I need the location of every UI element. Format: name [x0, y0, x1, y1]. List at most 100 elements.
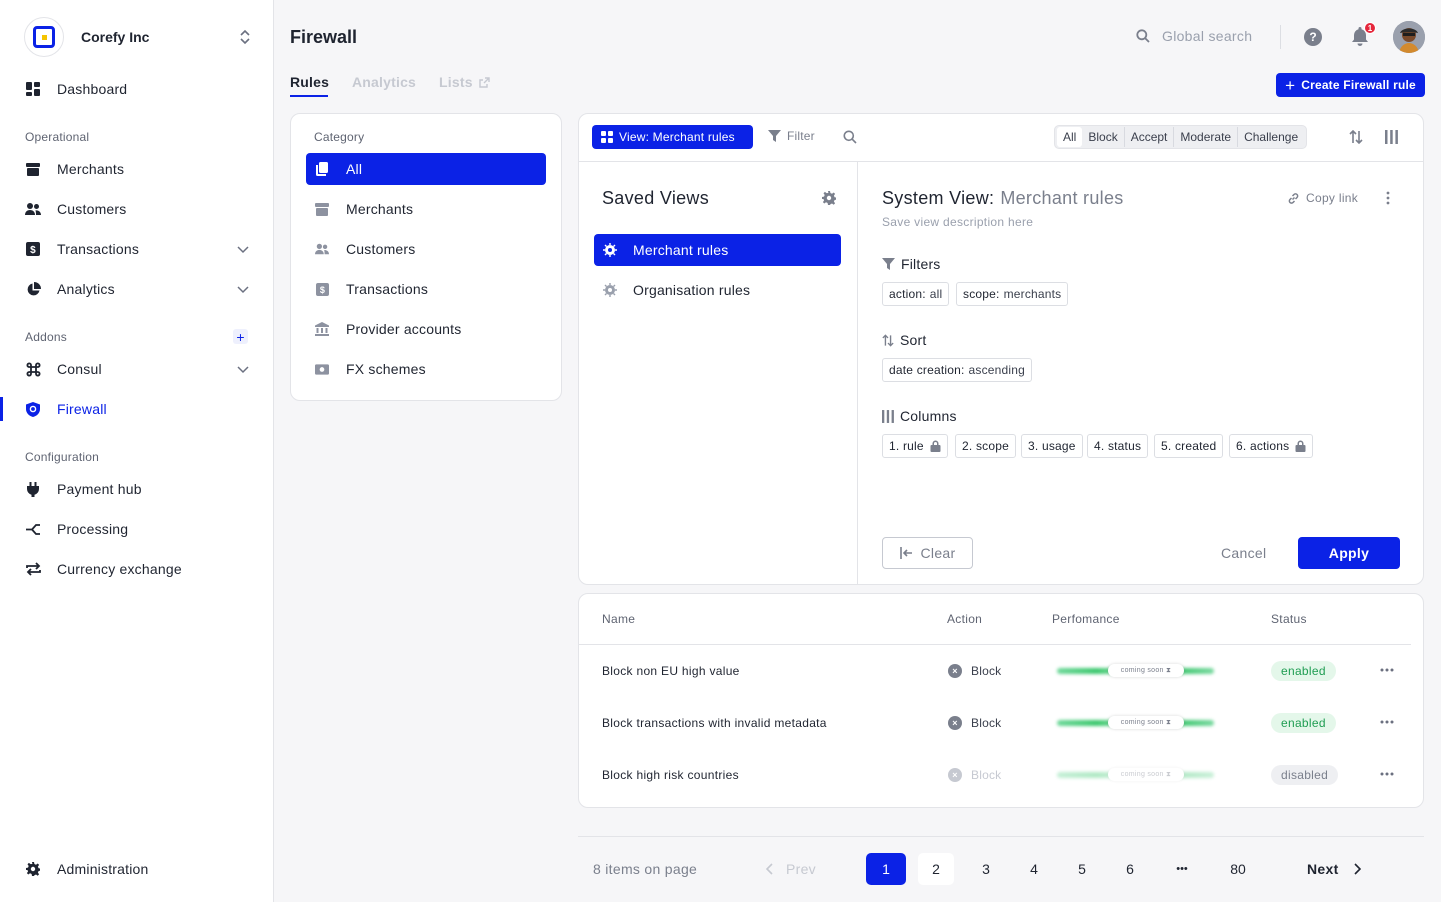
- columns-icon[interactable]: [1385, 130, 1398, 144]
- page-5[interactable]: 5: [1062, 853, 1102, 885]
- more-vertical-icon[interactable]: [1385, 191, 1391, 205]
- rule-name[interactable]: Block non EU high value: [602, 664, 740, 678]
- next-button[interactable]: Next: [1307, 861, 1361, 877]
- sidebar-item-payment-hub[interactable]: Payment hub: [24, 477, 250, 501]
- view-selector-button[interactable]: View: Merchant rules: [592, 125, 753, 149]
- help-icon[interactable]: ?: [1304, 28, 1322, 46]
- page-1[interactable]: 1: [866, 853, 906, 885]
- add-addon-icon[interactable]: +: [233, 329, 248, 344]
- global-search[interactable]: Global search: [1136, 28, 1252, 44]
- category-item-transactions[interactable]: $ Transactions: [306, 273, 546, 305]
- avatar[interactable]: [1393, 21, 1425, 53]
- more-horizontal-icon[interactable]: [1380, 720, 1394, 724]
- plus-icon: +: [1285, 75, 1296, 95]
- page-4[interactable]: 4: [1014, 853, 1054, 885]
- sidebar-item-dashboard[interactable]: Dashboard: [24, 77, 250, 101]
- sidebar-item-label: Merchants: [57, 161, 125, 177]
- filter-tag-scope[interactable]: scope: merchants: [956, 282, 1069, 306]
- column-header-action[interactable]: Action: [947, 612, 982, 626]
- filter-tag-action[interactable]: action: all: [882, 282, 950, 306]
- category-label: Provider accounts: [346, 321, 462, 337]
- chevron-down-icon[interactable]: [236, 242, 250, 256]
- page-6[interactable]: 6: [1110, 853, 1150, 885]
- sidebar-item-merchants[interactable]: Merchants: [24, 157, 250, 181]
- column-header-status[interactable]: Status: [1271, 612, 1307, 626]
- category-item-all[interactable]: All: [306, 153, 546, 185]
- more-horizontal-icon[interactable]: [1380, 668, 1394, 672]
- category-item-merchants[interactable]: Merchants: [306, 193, 546, 225]
- gear-icon[interactable]: [822, 191, 836, 205]
- column-tag-created[interactable]: 5. created: [1154, 434, 1224, 458]
- banknote-icon: [315, 362, 329, 376]
- filter-button[interactable]: Filter: [768, 129, 815, 143]
- external-link-icon: [478, 76, 490, 88]
- header-divider: [1280, 25, 1281, 49]
- column-tag-status[interactable]: 4. status: [1087, 434, 1149, 458]
- coming-soon-label: coming soon: [1120, 771, 1164, 778]
- divider: [578, 836, 1424, 837]
- sidebar-item-transactions[interactable]: $ Transactions: [24, 237, 250, 261]
- page-ellipsis[interactable]: •••: [1162, 853, 1202, 885]
- segment-block[interactable]: Block: [1082, 127, 1125, 147]
- coming-soon-label: coming soon: [1120, 719, 1164, 726]
- saved-view-merchant-rules[interactable]: Merchant rules: [594, 234, 841, 266]
- sidebar-item-currency-exchange[interactable]: Currency exchange: [24, 557, 250, 581]
- sidebar-item-analytics[interactable]: Analytics: [24, 277, 250, 301]
- section-addons: Addons: [25, 330, 67, 344]
- clear-button[interactable]: Clear: [882, 537, 973, 569]
- category-item-fx-schemes[interactable]: FX schemes: [306, 353, 546, 385]
- column-tag-actions[interactable]: 6. actions: [1229, 434, 1314, 458]
- category-item-provider-accounts[interactable]: Provider accounts: [306, 313, 546, 345]
- system-view-name: Merchant rules: [1000, 188, 1124, 208]
- status-badge: enabled: [1271, 713, 1336, 733]
- page-2[interactable]: 2: [918, 853, 954, 885]
- page-80[interactable]: 80: [1218, 853, 1258, 885]
- segment-moderate[interactable]: Moderate: [1174, 127, 1239, 147]
- cancel-button[interactable]: Cancel: [1221, 545, 1266, 561]
- sidebar-item-administration[interactable]: Administration: [24, 857, 250, 881]
- routing-icon: [24, 520, 42, 538]
- tab-rules[interactable]: Rules: [290, 74, 329, 90]
- segment-all[interactable]: All: [1057, 127, 1083, 147]
- column-header-performance[interactable]: Perfomance: [1052, 612, 1120, 626]
- rule-name[interactable]: Block high risk countries: [602, 768, 739, 782]
- performance-sparkline: coming soon ⧗: [1057, 663, 1214, 679]
- apply-button[interactable]: Apply: [1298, 537, 1400, 569]
- saved-view-organisation-rules[interactable]: Organisation rules: [594, 274, 841, 306]
- rule-name[interactable]: Block transactions with invalid metadata: [602, 716, 827, 730]
- column-tag-scope[interactable]: 2. scope: [955, 434, 1016, 458]
- divider: [579, 161, 1423, 162]
- search-placeholder[interactable]: Global search: [1162, 28, 1252, 44]
- more-horizontal-icon[interactable]: [1380, 772, 1394, 776]
- segment-challenge[interactable]: Challenge: [1238, 127, 1304, 147]
- chevron-down-icon[interactable]: [236, 282, 250, 296]
- sort-icon[interactable]: [1349, 130, 1363, 144]
- sidebar-item-consul[interactable]: Consul: [24, 357, 250, 381]
- tab-analytics[interactable]: Analytics: [352, 74, 416, 90]
- documents-icon: [315, 162, 329, 176]
- search-icon[interactable]: [843, 130, 857, 144]
- org-switcher[interactable]: Corefy Inc: [24, 17, 252, 57]
- view-description[interactable]: Save view description here: [882, 215, 1033, 229]
- filters-title: Filters: [901, 256, 941, 272]
- dollar-icon: $: [24, 240, 42, 258]
- create-firewall-rule-button[interactable]: + Create Firewall rule: [1276, 73, 1425, 97]
- category-item-customers[interactable]: Customers: [306, 233, 546, 265]
- sort-heading: Sort: [882, 332, 926, 348]
- coming-soon-badge: coming soon ⧗: [1108, 716, 1184, 729]
- chevron-down-icon[interactable]: [236, 362, 250, 376]
- page-3[interactable]: 3: [966, 853, 1006, 885]
- column-tag-usage[interactable]: 3. usage: [1021, 434, 1083, 458]
- copy-link-button[interactable]: Copy link: [1287, 191, 1358, 205]
- column-header-name[interactable]: Name: [602, 612, 635, 626]
- tab-lists[interactable]: Lists: [439, 74, 490, 90]
- notification-badge: 1: [1364, 22, 1376, 34]
- sidebar-item-processing[interactable]: Processing: [24, 517, 250, 541]
- tab-active-indicator: [290, 95, 328, 97]
- sidebar-item-customers[interactable]: Customers: [24, 197, 250, 221]
- prev-button[interactable]: Prev: [766, 861, 816, 877]
- sidebar-item-firewall[interactable]: Firewall: [24, 397, 250, 421]
- segment-accept[interactable]: Accept: [1125, 127, 1175, 147]
- sort-tag-date-creation[interactable]: date creation: ascending: [882, 358, 1033, 382]
- column-tag-rule[interactable]: 1. rule: [882, 434, 948, 458]
